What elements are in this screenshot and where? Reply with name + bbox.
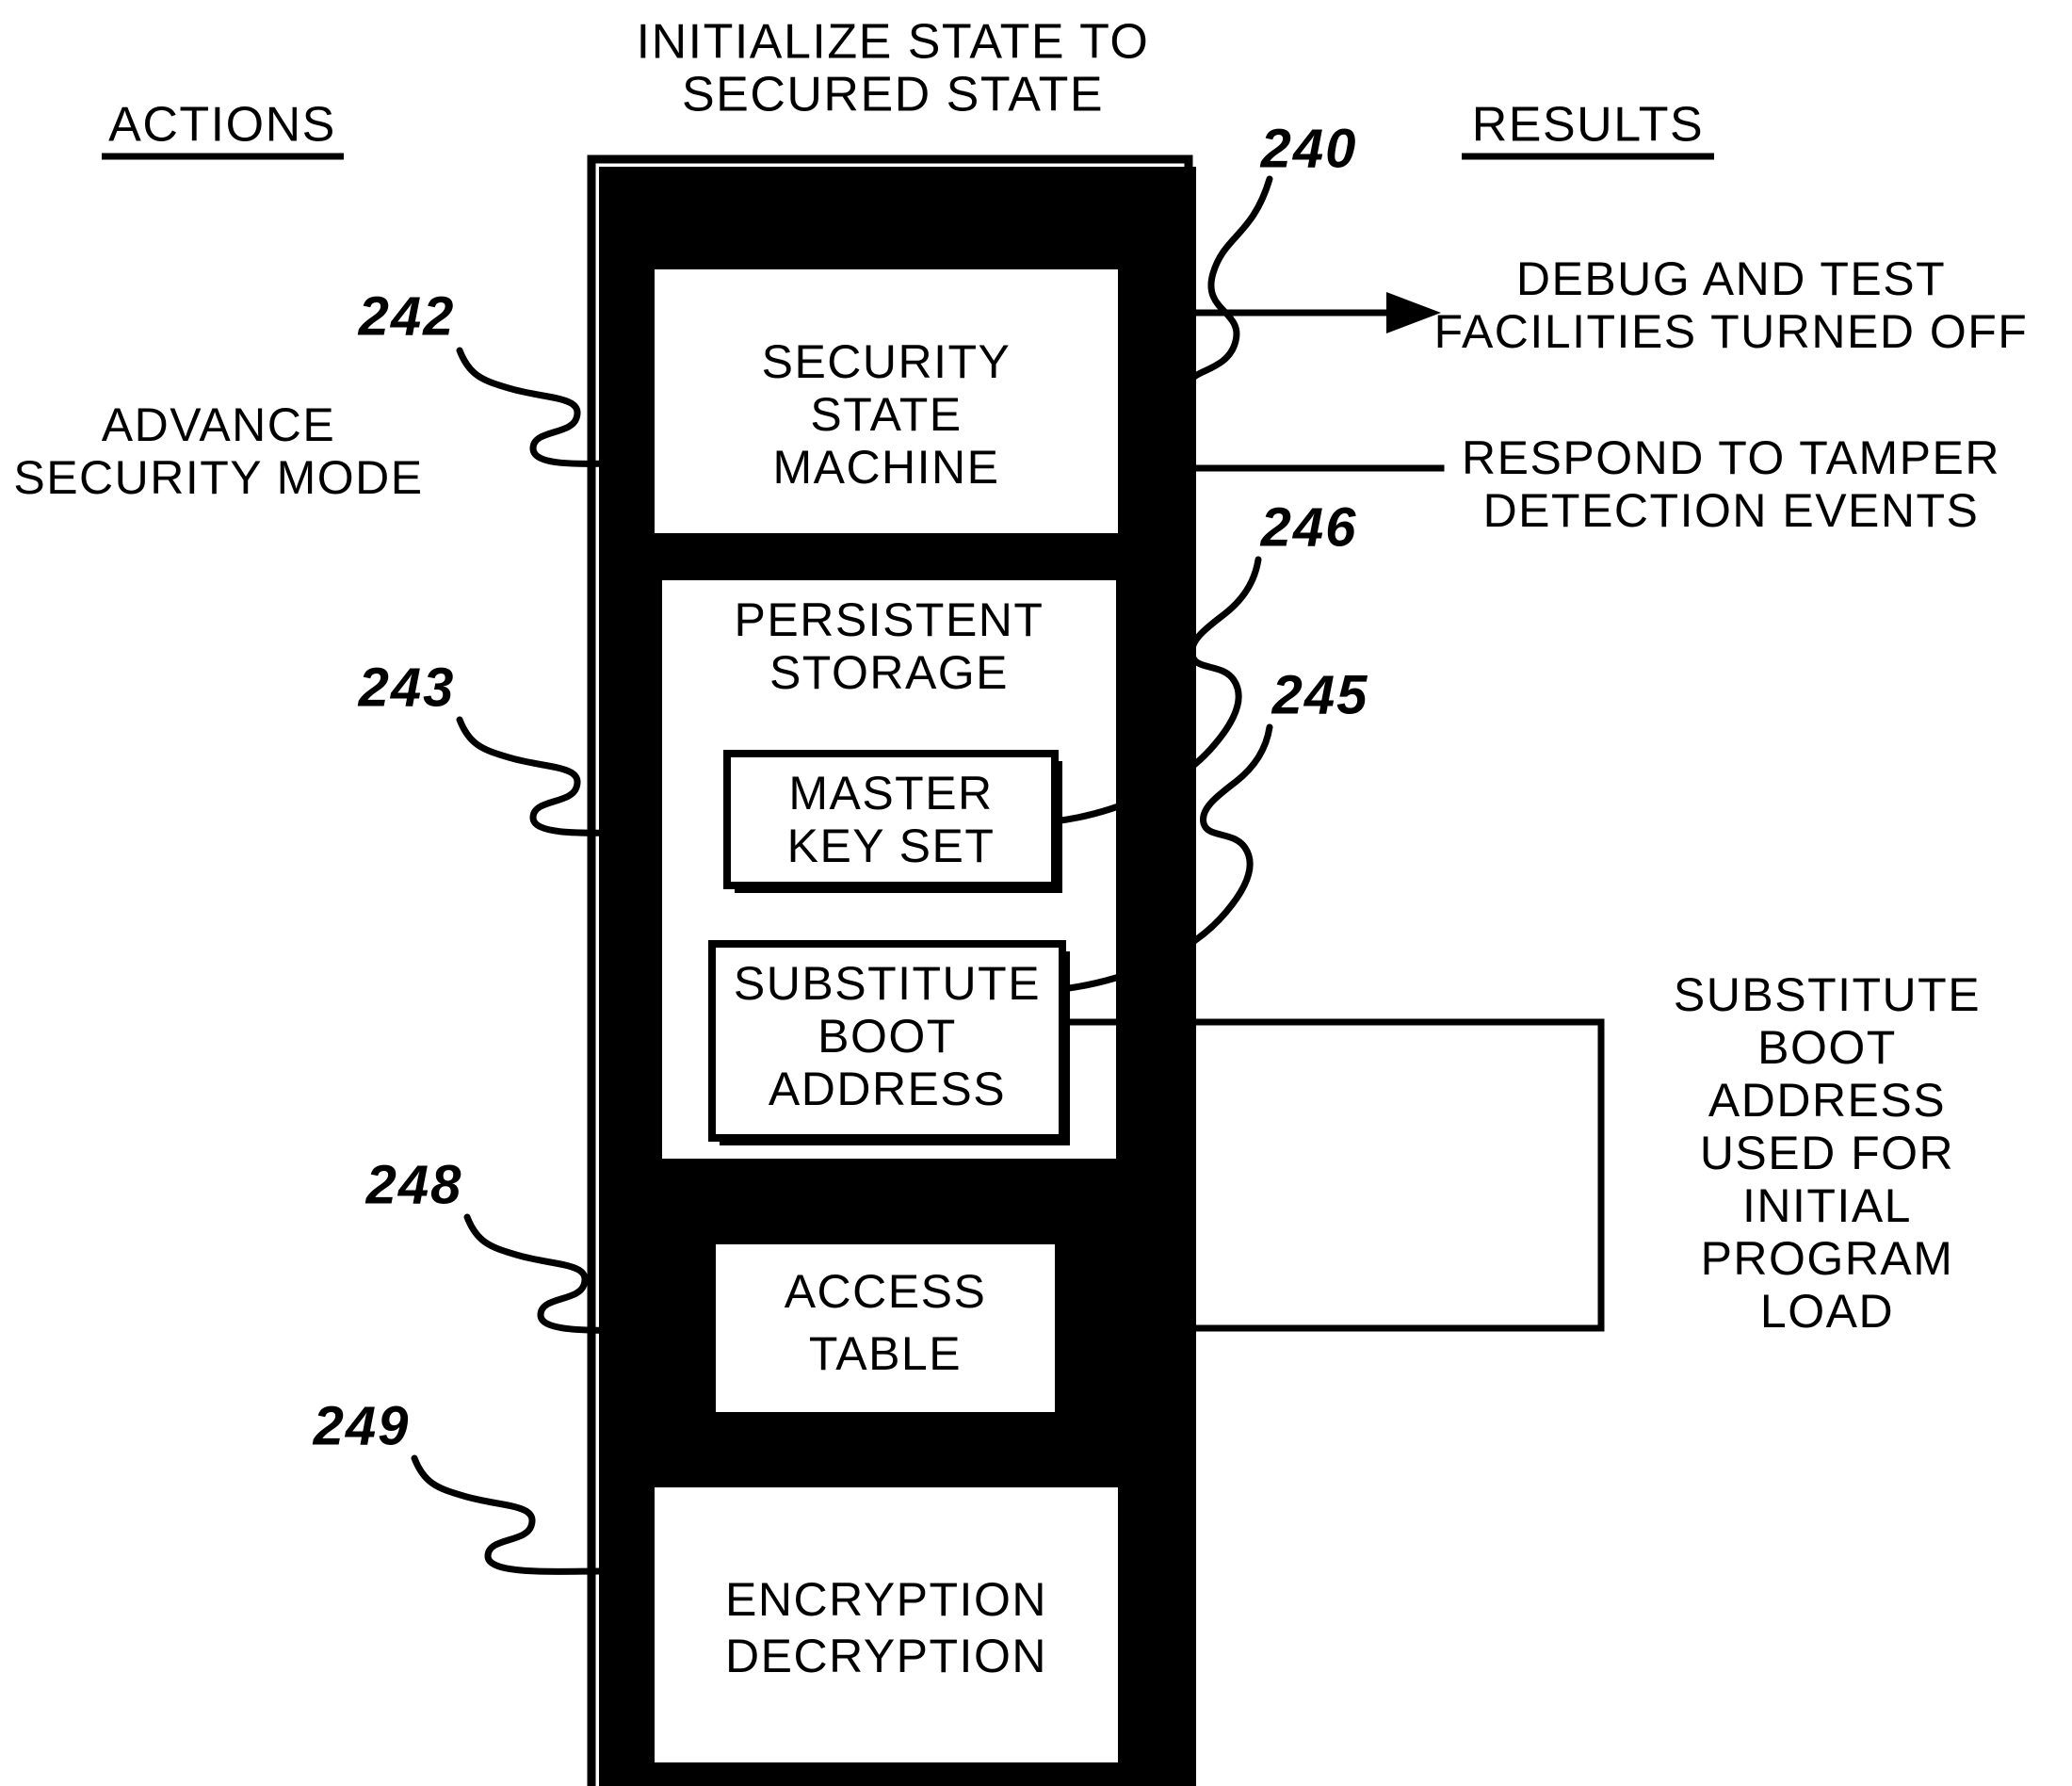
substitute-boot-ipl-line2: BOOT xyxy=(1757,1021,1897,1074)
figure-title-line1: INITIALIZE STATE TO xyxy=(637,15,1150,70)
debug-test-result-line1: DEBUG AND TEST xyxy=(1516,252,1946,305)
substitute-boot-address-label-line3: ADDRESS xyxy=(769,1063,1006,1115)
advance-security-mode-line1: ADVANCE xyxy=(102,398,336,451)
tamper-detection-result-line1: RESPOND TO TAMPER xyxy=(1462,431,2000,484)
substitute-boot-ipl-line6: PROGRAM xyxy=(1701,1232,1954,1285)
substitute-boot-address-label-line2: BOOT xyxy=(817,1010,957,1063)
refnum-248: 248 xyxy=(365,1154,463,1215)
debug-test-arrowhead xyxy=(1386,292,1441,333)
substitute-boot-address-label-line1: SUBSTITUTE xyxy=(734,957,1041,1010)
substitute-boot-ipl-line4: USED FOR xyxy=(1700,1127,1954,1179)
refnum-240: 240 xyxy=(1260,118,1358,179)
refnum-246: 246 xyxy=(1260,496,1358,558)
refnum-243: 243 xyxy=(358,657,456,718)
master-key-set-label-line2: KEY SET xyxy=(787,820,996,872)
figure-title-line2: SECURED STATE xyxy=(682,68,1104,122)
encryption-decryption-label-line2: DECRYPTION xyxy=(725,1630,1047,1682)
substitute-boot-ipl-line7: LOAD xyxy=(1760,1285,1894,1338)
security-state-machine-label-line1: SECURITY xyxy=(762,335,1012,388)
substitute-boot-ipl-line3: ADDRESS xyxy=(1708,1074,1946,1127)
leader-240 xyxy=(1183,175,1273,399)
substitute-boot-ipl-line1: SUBSTITUTE xyxy=(1674,968,1981,1021)
debug-test-result-line2: FACILITIES TURNED OFF xyxy=(1434,305,2029,358)
encryption-decryption-label-line1: ENCRYPTION xyxy=(725,1573,1047,1626)
tamper-detection-result-line2: DETECTION EVENTS xyxy=(1483,484,1980,537)
security-state-machine-label-line3: MACHINE xyxy=(772,441,999,494)
persistent-storage-label-line1: PERSISTENT xyxy=(735,593,1044,646)
refnum-249: 249 xyxy=(313,1395,411,1456)
substitute-boot-ipl-line5: INITIAL xyxy=(1742,1179,1912,1232)
advance-security-mode-line2: SECURITY MODE xyxy=(13,451,423,504)
access-control-label: ACCESS CONTROL xyxy=(665,185,1122,237)
security-state-machine-label-line2: STATE xyxy=(810,388,962,441)
persistent-storage-label-line2: STORAGE xyxy=(769,646,1009,699)
access-table-label-line2: TABLE xyxy=(809,1327,962,1380)
master-key-set-label-line1: MASTER xyxy=(788,767,993,820)
access-table-label-line1: ACCESS xyxy=(785,1265,987,1318)
refnum-242: 242 xyxy=(358,285,456,347)
diagram-canvas: INITIALIZE STATE TO SECURED STATE ACTION… xyxy=(13,15,2029,1786)
patent-figure: INITIALIZE STATE TO SECURED STATE ACTION… xyxy=(0,0,2072,1786)
refnum-245: 245 xyxy=(1271,664,1369,725)
results-column-header: RESULTS xyxy=(1472,98,1704,153)
actions-column-header: ACTIONS xyxy=(108,98,336,153)
